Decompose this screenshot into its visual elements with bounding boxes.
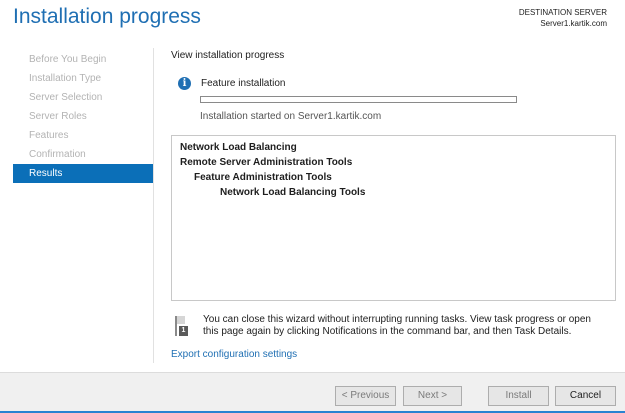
sidebar-item-confirmation: Confirmation bbox=[29, 149, 86, 160]
destination-server-name: Server1.kartik.com bbox=[540, 19, 607, 28]
cancel-button[interactable]: Cancel bbox=[555, 386, 616, 406]
destination-server: DESTINATION SERVER Server1.kartik.com bbox=[519, 7, 607, 29]
export-configuration-link[interactable]: Export configuration settings bbox=[171, 349, 297, 360]
sidebar-item-before-you-begin: Before You Begin bbox=[29, 54, 107, 65]
status-row: i Feature installation bbox=[178, 77, 286, 90]
wizard-footer: < Previous Next > Install Cancel bbox=[0, 372, 625, 413]
sidebar-item-server-roles: Server Roles bbox=[29, 111, 87, 122]
status-title: Feature installation bbox=[201, 78, 286, 89]
previous-button[interactable]: < Previous bbox=[335, 386, 396, 406]
list-item: Network Load Balancing Tools bbox=[220, 187, 366, 198]
next-button[interactable]: Next > bbox=[403, 386, 462, 406]
wizard-sidebar: Before You Begin Installation Type Serve… bbox=[13, 50, 153, 183]
install-button[interactable]: Install bbox=[488, 386, 549, 406]
list-item: Feature Administration Tools bbox=[194, 172, 332, 183]
installation-progress-bar bbox=[200, 96, 517, 103]
sidebar-item-features: Features bbox=[29, 130, 69, 141]
sidebar-item-results[interactable]: Results bbox=[13, 164, 153, 183]
list-item: Network Load Balancing bbox=[180, 142, 297, 153]
note-text: You can close this wizard without interr… bbox=[203, 314, 591, 337]
sidebar-divider bbox=[153, 48, 154, 363]
sidebar-item-installation-type: Installation Type bbox=[29, 73, 102, 84]
info-icon: i bbox=[178, 77, 191, 90]
status-detail: Installation started on Server1.kartik.c… bbox=[200, 111, 382, 122]
destination-label: DESTINATION SERVER bbox=[518, 8, 607, 17]
notification-note: 1 You can close this wizard without inte… bbox=[171, 314, 616, 338]
sidebar-item-server-selection: Server Selection bbox=[29, 92, 103, 103]
notification-badge: 1 bbox=[179, 326, 188, 336]
notification-flag-icon: 1 bbox=[171, 314, 193, 338]
page-title: Installation progress bbox=[13, 5, 201, 28]
section-label: View installation progress bbox=[171, 50, 285, 61]
feature-list[interactable]: Network Load Balancing Remote Server Adm… bbox=[171, 135, 616, 301]
list-item: Remote Server Administration Tools bbox=[180, 157, 353, 168]
main-content: View installation progress i Feature ins… bbox=[171, 50, 616, 360]
